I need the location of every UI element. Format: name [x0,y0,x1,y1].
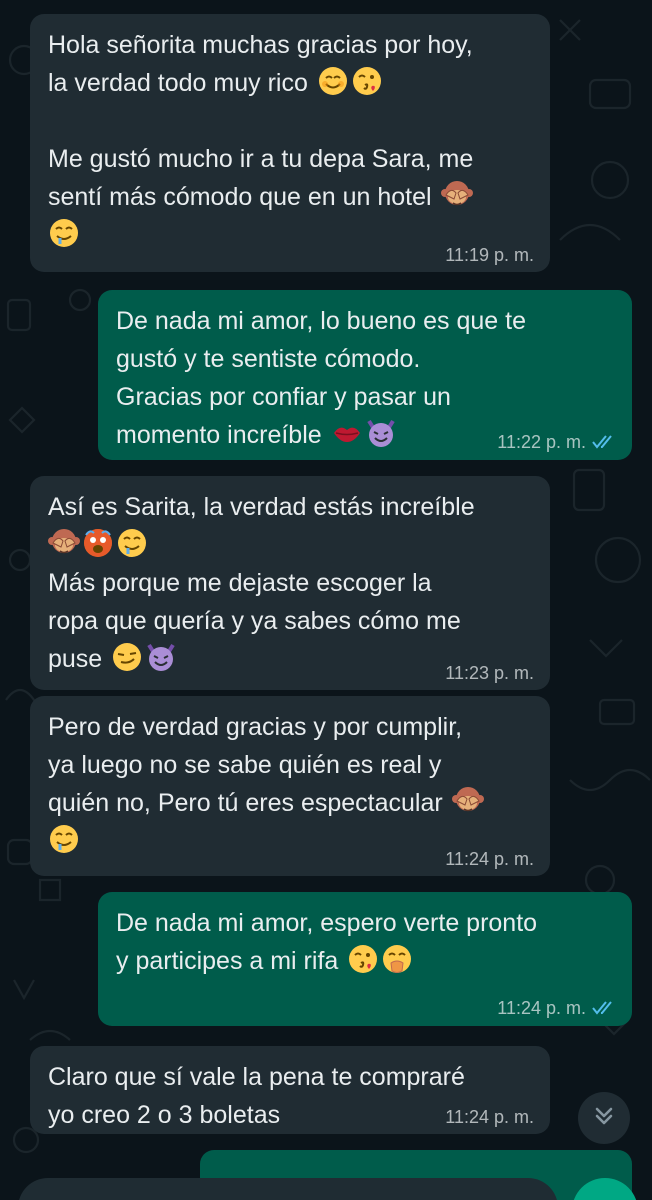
message-timestamp: 11:22 p. m. [497,431,616,454]
hand-over-mouth-icon [381,943,413,975]
smiling-devil-icon [145,641,177,673]
message-input-bar[interactable] [18,1178,558,1200]
face-blowing-kiss-icon [347,943,379,975]
double-check-read-icon [592,998,616,1020]
chat-view[interactable]: Hola señorita muchas gracias por hoy, la… [0,0,652,1200]
message-line: la verdad todo muy rico [48,64,532,102]
message-line [48,526,532,564]
drooling-face-icon [48,217,80,249]
hot-face-icon [82,527,114,559]
message-timestamp: 11:23 p. m. [445,663,534,683]
message-line: sentí más cómodo que en un hotel [48,178,532,216]
smiling-devil-icon [365,417,397,449]
message-incoming-4[interactable]: Claro que sí vale la pena te compraré yo… [30,1046,550,1134]
message-line: Pero de verdad gracias y por cumplir, [48,713,463,741]
message-timestamp: 11:24 p. m. [497,997,616,1020]
scroll-to-bottom-button[interactable] [578,1092,630,1144]
see-no-evil-monkey-icon [440,179,473,211]
message-line: y participes a mi rifa [116,942,614,980]
message-line: De nada mi amor, espero verte pronto [116,909,538,937]
message-line: Gracias por confiar y pasar un [116,383,451,411]
smiling-face-icon [317,65,349,97]
message-outgoing-2[interactable]: De nada mi amor, espero verte pronto y p… [98,892,632,1026]
message-timestamp: 11:24 p. m. [445,849,534,869]
message-timestamp: 11:24 p. m. [445,1107,534,1127]
message-line: Así es Sarita, la verdad estás increíble [48,493,475,521]
kiss-mark-icon [331,417,363,449]
message-line: ropa que quería y ya sabes cómo me [48,607,461,635]
double-check-read-icon [592,432,616,454]
see-no-evil-monkey-icon [48,527,80,559]
message-line: Me gustó mucho ir a tu depa Sara, me [48,145,474,173]
drooling-face-icon [48,823,80,855]
face-blowing-kiss-icon [351,65,383,97]
message-timestamp: 11:19 p. m. [445,245,534,265]
double-chevron-down-icon [591,1103,617,1134]
message-incoming-3[interactable]: Pero de verdad gracias y por cumplir, ya… [30,696,550,876]
message-line [48,102,532,140]
drooling-face-icon [116,527,148,559]
see-no-evil-monkey-icon [451,785,484,817]
message-line: Hola señorita muchas gracias por hoy, [48,31,473,59]
smirking-face-icon [111,641,143,673]
message-incoming-2[interactable]: Así es Sarita, la verdad estás increíble… [30,476,550,690]
message-incoming-1[interactable]: Hola señorita muchas gracias por hoy, la… [30,14,550,272]
message-line: De nada mi amor, lo bueno es que te [116,307,526,335]
message-line: ya luego no se sabe quién es real y [48,751,442,779]
message-line: Más porque me dejaste escoger la [48,569,432,597]
message-line: quién no, Pero tú eres espectacular [48,784,532,822]
message-line: gustó y te sentiste cómodo. [116,345,421,373]
message-line: Claro que sí vale la pena te compraré [48,1063,465,1091]
message-outgoing-1[interactable]: De nada mi amor, lo bueno es que te gust… [98,290,632,460]
